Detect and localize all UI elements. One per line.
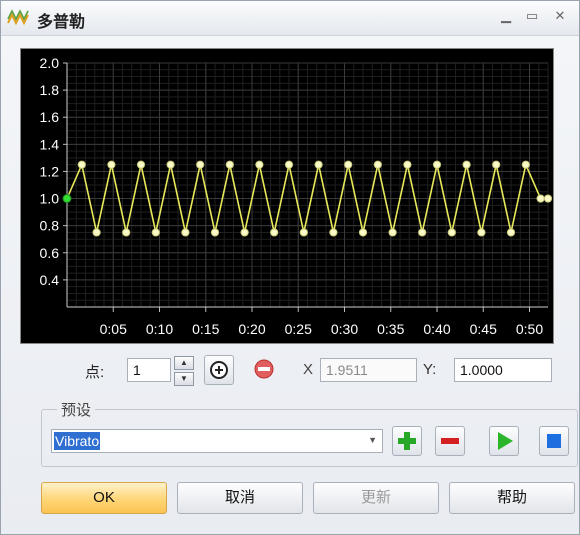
x-tick-label: 0:35 [377,321,404,337]
update-button: 更新 [313,482,439,514]
close-icon[interactable]: ✕ [552,8,568,24]
y-tick-label: 1.8 [40,82,60,98]
remove-point-icon [254,359,274,379]
data-point [477,228,486,237]
data-point [521,160,530,169]
y-label: Y: [423,361,437,378]
x-tick-label: 0:50 [516,321,543,337]
data-point [210,228,220,237]
x-value-field: 1.9511 [320,358,417,382]
data-point [107,160,116,169]
data-point [77,160,86,169]
data-point [344,160,353,169]
chevron-down-icon[interactable]: ▼ [368,435,377,445]
data-point [181,228,190,237]
y-tick-label: 2.0 [40,55,60,71]
minimize-icon[interactable]: ▁ [498,8,514,24]
data-point [314,160,323,169]
data-point [136,160,146,169]
data-point [151,228,160,237]
data-point [432,160,442,169]
data-point [358,228,368,237]
x-tick-label: 0:45 [470,321,497,337]
maximize-icon[interactable]: ▭ [524,8,540,24]
add-preset-button[interactable] [392,426,422,456]
preset-dropdown[interactable]: Vibrato ▼ [51,429,383,453]
cancel-button[interactable]: 取消 [177,482,303,514]
data-point [284,160,294,169]
data-point [388,228,397,237]
play-button[interactable] [489,426,519,456]
chart-svg[interactable]: 2.0 1.8 1.6 1.4 1.2 1.0 0.8 0.6 0.4 0:05 0:10 0:15 0… [21,49,553,343]
y-tick-label: 0.8 [40,218,60,234]
data-point [240,228,249,237]
data-point [447,228,456,237]
data-point [418,228,427,237]
data-point [225,160,234,169]
add-point-icon [210,361,228,379]
preset-selected: Vibrato [54,432,101,450]
minus-icon [441,438,459,444]
x-tick-label: 0:40 [423,321,450,337]
data-point [373,160,382,169]
data-point [329,228,338,237]
dialog-window: 多普勒 ▁ ▭ ✕ 2.0 1.8 1.6 1.4 1.2 1.0 0.8 0.6 0.4 0:0… [0,0,580,535]
data-point [492,160,501,169]
y-tick-label: 0.4 [40,272,60,288]
waveform-chart[interactable]: 2.0 1.8 1.6 1.4 1.2 1.0 0.8 0.6 0.4 0:05 0:10 0:15 0… [20,48,554,344]
selected-data-point [62,194,72,204]
remove-preset-button[interactable] [435,426,465,456]
stop-button[interactable] [539,426,569,456]
data-point [403,160,412,169]
help-button[interactable]: 帮助 [449,482,575,514]
x-tick-label: 0:30 [331,321,358,337]
y-tick-label: 1.2 [40,163,60,179]
data-point [299,228,308,237]
plus-icon [398,432,416,450]
play-icon [498,432,513,450]
data-point [462,160,471,169]
preset-legend: 预设 [57,399,96,420]
y-tick-label: 1.6 [40,109,60,125]
x-tick-label: 0:25 [285,321,312,337]
y-tick-label: 0.6 [40,245,60,261]
data-point [270,228,279,237]
data-point [536,194,545,203]
data-point [543,194,553,203]
data-point [166,160,175,169]
data-point [506,228,516,237]
title-bar[interactable]: 多普勒 ▁ ▭ ✕ [1,1,579,36]
x-tick-label: 0:15 [192,321,219,337]
spin-down-icon[interactable]: ▼ [174,372,194,386]
window-title: 多普勒 [37,12,86,31]
app-icon [7,9,29,26]
x-tick-label: 0:05 [100,321,127,337]
data-point [196,160,205,169]
stop-icon [547,434,561,448]
data-point [122,228,131,237]
x-label: X [303,361,314,378]
point-index-field[interactable]: 1 [127,358,171,382]
y-value-field[interactable]: 1.0000 [454,358,552,382]
remove-point-button[interactable] [250,355,280,385]
spin-up-icon[interactable]: ▲ [174,356,194,370]
ok-button[interactable]: OK [41,482,167,514]
point-label: 点: [85,364,105,381]
point-spinner[interactable]: ▲ ▼ [174,356,194,386]
y-tick-label: 1.4 [40,136,60,152]
data-point [255,160,264,169]
y-tick-label: 1.0 [40,191,60,207]
data-point [92,228,101,237]
x-tick-label: 0:10 [146,321,173,337]
add-point-button[interactable] [204,355,234,385]
x-tick-label: 0:20 [238,321,265,337]
